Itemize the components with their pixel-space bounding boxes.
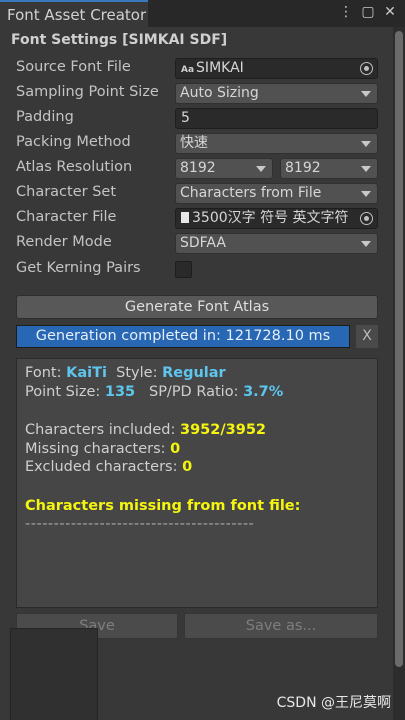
chevron-down-icon bbox=[361, 241, 371, 247]
chevron-down-icon bbox=[256, 166, 266, 172]
style-label: Style: bbox=[116, 365, 158, 381]
character-set-value: Characters from File bbox=[180, 185, 322, 201]
source-font-file-field[interactable]: Aa SIMKAI bbox=[175, 58, 378, 79]
render-mode-dropdown[interactable]: SDFAA bbox=[175, 233, 378, 254]
missing-label: Missing characters: bbox=[25, 441, 166, 457]
excluded-chars-line: Excluded characters: 0 bbox=[25, 459, 192, 475]
chevron-down-icon bbox=[361, 91, 371, 97]
font-asset-icon: Aa bbox=[181, 65, 195, 75]
close-icon[interactable]: ✕ bbox=[383, 4, 397, 20]
tab-font-asset-creator[interactable]: Font Asset Creator bbox=[0, 0, 148, 27]
atlas-height-dropdown[interactable]: 8192 bbox=[280, 158, 378, 179]
excluded-value: 0 bbox=[182, 459, 193, 475]
object-picker-icon[interactable] bbox=[360, 62, 373, 75]
font-value: KaiTi bbox=[66, 365, 107, 381]
packing-method-dropdown[interactable]: 快速 bbox=[175, 133, 378, 154]
point-size-label: Point Size: bbox=[25, 384, 101, 400]
character-file-label: Character File bbox=[16, 209, 117, 225]
chars-included-value: 3952/3952 bbox=[179, 422, 266, 438]
source-font-file-label: Source Font File bbox=[16, 59, 131, 75]
get-kerning-pairs-checkbox[interactable] bbox=[175, 261, 192, 278]
tab-bar: Font Asset Creator ⋮ ▢ ✕ bbox=[0, 0, 405, 27]
chevron-down-icon bbox=[361, 191, 371, 197]
atlas-resolution-label: Atlas Resolution bbox=[16, 159, 133, 175]
packing-method-value: 快速 bbox=[180, 135, 208, 151]
character-set-dropdown[interactable]: Characters from File bbox=[175, 183, 378, 204]
atlas-width-value: 8192 bbox=[180, 160, 216, 176]
get-kerning-pairs-label: Get Kerning Pairs bbox=[16, 260, 141, 276]
padding-label: Padding bbox=[16, 109, 74, 125]
font-label: Font: bbox=[25, 365, 62, 381]
font-info-panel: Font: KaiTi Style: Regular Point Size: 1… bbox=[16, 358, 378, 608]
watermark: CSDN @王尼莫啊 bbox=[276, 695, 391, 711]
excluded-label: Excluded characters: bbox=[25, 459, 178, 475]
character-file-value: 3500汉字 符号 英文字符 bbox=[192, 210, 349, 226]
window-controls: ⋮ ▢ ✕ bbox=[339, 4, 397, 20]
sampling-point-size-value: Auto Sizing bbox=[180, 85, 259, 101]
ratio-value: 3.7% bbox=[243, 384, 284, 400]
render-mode-value: SDFAA bbox=[180, 235, 226, 251]
packing-method-label: Packing Method bbox=[16, 134, 131, 150]
generation-progress-bar: Generation completed in: 121728.10 ms bbox=[16, 325, 350, 348]
sampling-point-size-label: Sampling Point Size bbox=[16, 84, 159, 100]
divider: ---------------------------------------- bbox=[25, 516, 255, 532]
missing-value: 0 bbox=[170, 441, 181, 457]
chars-included-line: Characters included: 3952/3952 bbox=[25, 422, 266, 438]
padding-input[interactable]: 5 bbox=[175, 108, 378, 129]
style-value: Regular bbox=[162, 365, 226, 381]
atlas-height-value: 8192 bbox=[285, 160, 321, 176]
tab-title: Font Asset Creator bbox=[7, 6, 147, 24]
maximize-icon[interactable]: ▢ bbox=[361, 4, 375, 20]
chars-included-label: Characters included: bbox=[25, 422, 176, 438]
missing-chars-header: Characters missing from font file: bbox=[25, 498, 301, 514]
scrollbar-thumb[interactable] bbox=[395, 31, 403, 667]
section-title: Font Settings [SIMKAI SDF] bbox=[11, 32, 228, 48]
vertical-scrollbar[interactable] bbox=[393, 27, 405, 720]
render-mode-label: Render Mode bbox=[16, 234, 112, 250]
ratio-label: SP/PD Ratio: bbox=[148, 384, 239, 400]
chevron-down-icon bbox=[361, 141, 371, 147]
character-file-field[interactable]: 3500汉字 符号 英文字符 bbox=[175, 208, 378, 229]
object-picker-icon[interactable] bbox=[360, 212, 373, 225]
padding-value: 5 bbox=[181, 110, 190, 126]
sampling-point-size-dropdown[interactable]: Auto Sizing bbox=[175, 83, 378, 104]
progress-text: Generation completed in: 121728.10 ms bbox=[35, 328, 331, 344]
chevron-down-icon bbox=[361, 166, 371, 172]
more-vertical-icon[interactable]: ⋮ bbox=[339, 4, 353, 20]
font-info-line: Font: KaiTi Style: Regular bbox=[25, 365, 226, 381]
font-asset-creator-panel: Font Settings [SIMKAI SDF] Source Font F… bbox=[0, 27, 392, 720]
atlas-width-dropdown[interactable]: 8192 bbox=[175, 158, 273, 179]
character-set-label: Character Set bbox=[16, 184, 117, 200]
point-size-value: 135 bbox=[104, 384, 136, 400]
missing-chars-line: Missing characters: 0 bbox=[25, 441, 180, 457]
bottom-preview-pane bbox=[10, 628, 98, 720]
save-as-button[interactable]: Save as... bbox=[184, 613, 378, 639]
dismiss-progress-button[interactable]: X bbox=[356, 325, 378, 348]
generate-font-atlas-button[interactable]: Generate Font Atlas bbox=[16, 295, 378, 319]
point-size-line: Point Size: 135 SP/PD Ratio: 3.7% bbox=[25, 384, 283, 400]
source-font-file-value: SIMKAI bbox=[196, 60, 244, 76]
text-file-icon bbox=[181, 212, 189, 223]
